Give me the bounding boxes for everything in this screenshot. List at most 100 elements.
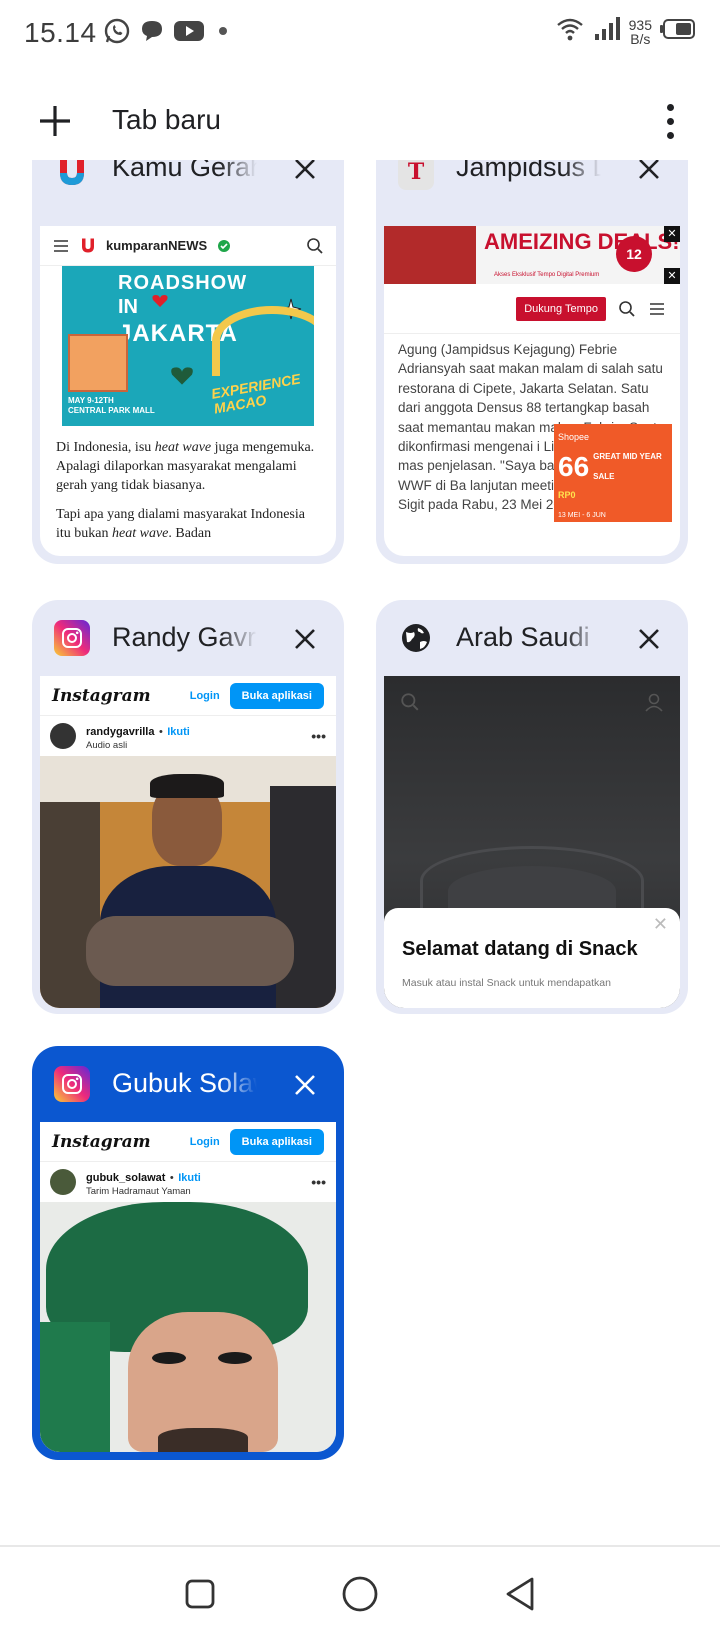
article-text: Agung (Jampidsus Kejagung) Febrie Adrian… bbox=[384, 334, 680, 522]
preview-header: Dukung Tempo bbox=[384, 284, 680, 334]
shopee-brand: Shopee bbox=[558, 432, 590, 442]
back-button[interactable] bbox=[495, 1569, 545, 1619]
profile-icon bbox=[645, 693, 663, 712]
verified-icon bbox=[218, 239, 231, 252]
system-navbar bbox=[0, 1547, 720, 1640]
tab-header: Kamu Gerah Apalagi Dilaporkan bbox=[32, 160, 344, 236]
tab-title: Gubuk Solawat bbox=[112, 1068, 257, 1098]
close-tab-button[interactable] bbox=[288, 622, 322, 656]
tempo-favicon: T bbox=[398, 160, 434, 190]
preview-header: kumparanNEWS bbox=[40, 226, 336, 266]
search-icon bbox=[619, 300, 635, 317]
tab-switcher-toolbar: Tab baru bbox=[0, 80, 720, 162]
welcome-subtitle: Masuk atau instal Snack untuk mendapatka… bbox=[402, 977, 611, 989]
login-link: Login bbox=[189, 689, 220, 702]
chat-bubble-icon bbox=[139, 18, 165, 49]
net-speed: 935 B/s bbox=[629, 18, 652, 46]
tab-card-active[interactable]: Gubuk Solawat Instagram Login Buka aplik… bbox=[32, 1046, 344, 1460]
heart-icon bbox=[152, 295, 168, 307]
post-header: gubuk_solawat • Ikuti Tarim Hadramaut Ya… bbox=[40, 1162, 336, 1202]
avatar bbox=[50, 1169, 76, 1195]
tab-header: Gubuk Solawat bbox=[32, 1046, 344, 1122]
tab-card[interactable]: Randy Gavrilla Instagram Login Buka apli… bbox=[32, 600, 344, 1014]
track-illustration bbox=[212, 306, 314, 376]
post-subtitle: Tarim Hadramaut Yaman bbox=[86, 1185, 191, 1197]
paragraph: Di Indonesia, isu heat wave juga mengemu… bbox=[56, 440, 315, 493]
kumparan-favicon bbox=[54, 160, 90, 190]
search-icon bbox=[307, 237, 323, 254]
close-icon: ✕ bbox=[652, 914, 668, 934]
battery-icon bbox=[660, 18, 696, 45]
recents-square-icon bbox=[185, 1579, 215, 1608]
ad-close-icon[interactable]: ✕ bbox=[664, 268, 680, 284]
preview-header: Instagram Login Buka aplikasi bbox=[40, 1122, 336, 1162]
wifi-icon bbox=[555, 14, 585, 49]
dot-icon bbox=[213, 21, 233, 46]
tab-header: T Jampidsus Dikuntit Densus bbox=[376, 160, 688, 236]
close-tab-button[interactable] bbox=[632, 160, 666, 186]
open-app-button: Buka aplikasi bbox=[229, 1128, 324, 1155]
tab-header: Arab Saudi bbox=[376, 600, 688, 676]
banner-tag: EXPERIENCE MACAO bbox=[209, 370, 302, 417]
ad-banner: AMEIZING DEALS! Akses Eksklusif Tempo Di… bbox=[384, 226, 680, 284]
new-tab-button[interactable] bbox=[30, 96, 80, 146]
hamburger-icon bbox=[650, 302, 664, 315]
tab-card[interactable]: T Jampidsus Dikuntit Densus AMEIZING DEA… bbox=[376, 160, 688, 564]
avatar bbox=[50, 723, 76, 749]
tab-preview: AMEIZING DEALS! Akses Eksklusif Tempo Di… bbox=[384, 226, 680, 556]
signal-icon bbox=[593, 14, 621, 49]
instagram-favicon bbox=[54, 620, 90, 656]
welcome-panel: ✕ Selamat datang di Snack Masuk atau ins… bbox=[384, 908, 680, 1008]
instagram-logo: Instagram bbox=[52, 1131, 151, 1152]
shopee-promo: RP0 bbox=[558, 490, 576, 501]
globe-favicon bbox=[398, 620, 434, 656]
home-button[interactable] bbox=[335, 1569, 385, 1619]
tab-preview: Instagram Login Buka aplikasi randygavri… bbox=[40, 676, 336, 1008]
username: gubuk_solawat bbox=[86, 1171, 166, 1184]
tab-preview: kumparanNEWS ROADSHOW IN JAKARTA MAY 9-1… bbox=[40, 226, 336, 556]
ad-sub: Akses Eksklusif Tempo Digital Premium bbox=[494, 272, 600, 278]
follow-link: Ikuti bbox=[178, 1171, 201, 1184]
close-tab-button[interactable] bbox=[288, 160, 322, 186]
new-tab-label[interactable]: Tab baru bbox=[112, 104, 221, 136]
close-tab-button[interactable] bbox=[632, 622, 666, 656]
tab-header: Randy Gavrilla bbox=[32, 600, 344, 676]
close-icon bbox=[295, 1075, 315, 1095]
tab-title: Kamu Gerah Apalagi Dilaporkan bbox=[112, 160, 257, 182]
notification-icons bbox=[103, 17, 233, 50]
kumparan-logo-icon bbox=[82, 238, 94, 252]
post-photo bbox=[40, 1202, 336, 1452]
paragraph: Tapi apa yang dialami masyarakat Indones… bbox=[56, 507, 305, 541]
follow-link: Ikuti bbox=[167, 725, 190, 738]
shopee-dates: 13 MEI - 6 JUN bbox=[558, 511, 606, 519]
close-tab-button[interactable] bbox=[288, 1068, 322, 1102]
ad-close-icon[interactable]: ✕ bbox=[664, 226, 680, 242]
more-vert-icon[interactable] bbox=[650, 98, 690, 144]
post-subtitle: Audio asli bbox=[86, 739, 128, 751]
tab-card[interactable]: Arab Saudi ✕ Selamat datang di Snack Mas… bbox=[376, 600, 688, 1014]
post-header: randygavrilla • Ikuti Audio asli ••• bbox=[40, 716, 336, 756]
post-photo bbox=[40, 756, 336, 1008]
heart-icon bbox=[171, 367, 193, 385]
shopee-ad: Shopee 66 GREAT MID YEAR SALE RP0 13 MEI … bbox=[554, 424, 672, 522]
ad-banner: ROADSHOW IN JAKARTA MAY 9-12TH CENTRAL PA… bbox=[62, 266, 314, 426]
plus-icon bbox=[40, 106, 70, 136]
instagram-logo: Instagram bbox=[52, 685, 151, 706]
tab-card[interactable]: Kamu Gerah Apalagi Dilaporkan kumparanNE… bbox=[32, 160, 344, 564]
more-horiz-icon: ••• bbox=[311, 728, 326, 744]
back-triangle-icon bbox=[506, 1577, 534, 1610]
recents-button[interactable] bbox=[175, 1569, 225, 1619]
login-link: Login bbox=[189, 1135, 220, 1148]
net-speed-value: 935 bbox=[628, 16, 652, 33]
tab-title: Jampidsus Dikuntit Densus bbox=[456, 160, 601, 182]
preview-header: Instagram Login Buka aplikasi bbox=[40, 676, 336, 716]
whatsapp-icon bbox=[103, 17, 131, 50]
welcome-title: Selamat datang di Snack bbox=[402, 938, 638, 960]
tab-preview: Instagram Login Buka aplikasi gubuk_sola… bbox=[40, 1122, 336, 1452]
tab-title: Arab Saudi bbox=[456, 622, 590, 652]
banner-line1: ROADSHOW bbox=[118, 272, 248, 294]
home-circle-icon bbox=[342, 1576, 378, 1611]
support-button: Dukung Tempo bbox=[516, 296, 606, 321]
close-icon bbox=[639, 629, 659, 649]
youtube-icon bbox=[173, 18, 205, 49]
